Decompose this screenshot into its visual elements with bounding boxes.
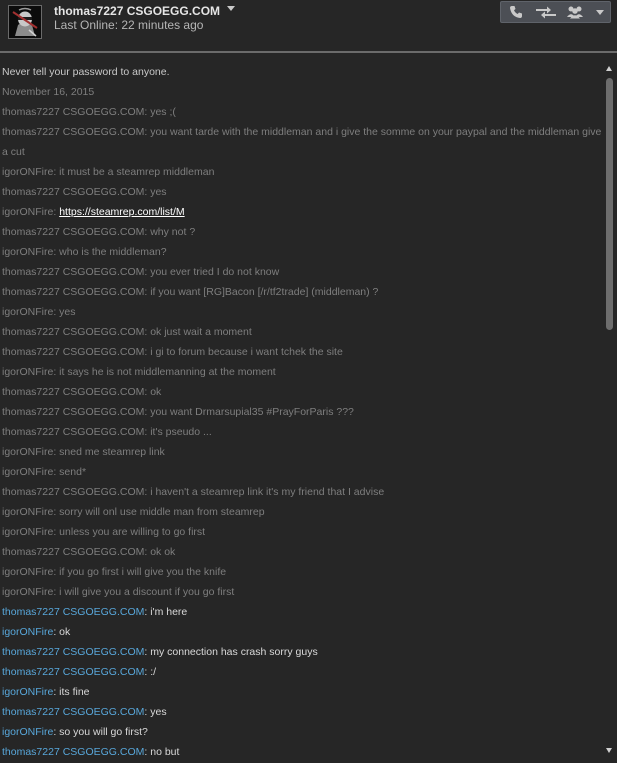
chat-message: igorONFire: its fine (2, 682, 602, 702)
chat-scrollbar[interactable] (604, 63, 616, 763)
chat-message: thomas7227 CSGOEGG.COM: my connection ha… (2, 642, 602, 662)
message-sender[interactable]: thomas7227 CSGOEGG.COM (2, 746, 144, 758)
friend-name-row[interactable]: thomas7227 CSGOEGG.COM (54, 3, 236, 19)
message-sender[interactable]: igorONFire (2, 686, 53, 698)
friend-status: Last Online: 22 minutes ago (54, 18, 204, 32)
message-body: : :/ (144, 666, 157, 678)
chat-header: thomas7227 CSGOEGG.COM Last Online: 22 m… (0, 0, 617, 48)
message-sender[interactable]: thomas7227 CSGOEGG.COM (2, 646, 144, 658)
message-link[interactable]: https://steamrep.com/list/M (59, 206, 184, 218)
trade-icon (535, 6, 556, 19)
scrollbar-thumb[interactable] (606, 78, 613, 330)
message-sender[interactable]: igorONFire (2, 726, 53, 738)
chat-message: igorONFire: ok (2, 622, 602, 642)
message-body: : its fine (53, 686, 90, 698)
message-sender[interactable]: thomas7227 CSGOEGG.COM (2, 606, 144, 618)
scroll-up-icon[interactable] (606, 66, 612, 71)
chevron-down-icon[interactable] (227, 5, 236, 11)
chat-message: igorONFire: i will give you a discount i… (2, 586, 235, 598)
friend-avatar[interactable] (8, 5, 42, 39)
chat-message: igorONFire: sorry will onl use middle ma… (2, 506, 265, 518)
invite-trade-button[interactable] (531, 2, 561, 22)
message-sender[interactable]: igorONFire (2, 626, 53, 638)
scroll-down-icon[interactable] (606, 748, 612, 753)
chat-message: igorONFire: so you will go first? (2, 722, 602, 742)
chat-message: igorONFire: it must be a steamrep middle… (2, 166, 215, 178)
message-body: : ok (53, 626, 71, 638)
phone-icon (509, 6, 522, 18)
chat-log[interactable]: Never tell your password to anyone. Novem… (0, 62, 604, 763)
friend-name: thomas7227 CSGOEGG.COM (54, 4, 221, 18)
chevron-down-icon (596, 9, 605, 15)
chat-message: thomas7227 CSGOEGG.COM: i haven't a stea… (2, 486, 385, 498)
chat-message: thomas7227 CSGOEGG.COM: if you want [RG]… (2, 286, 379, 298)
chat-message: igorONFire: https://steamrep.com/list/M (2, 202, 602, 222)
chat-message: thomas7227 CSGOEGG.COM: it's pseudo ... (2, 426, 212, 438)
chat-message: thomas7227 CSGOEGG.COM: :/ (2, 662, 602, 682)
chat-message: thomas7227 CSGOEGG.COM: yes (2, 702, 602, 722)
chat-message: thomas7227 CSGOEGG.COM: yes ;( (2, 106, 176, 118)
chat-message: igorONFire: if you go first i will give … (2, 566, 227, 578)
chat-message: thomas7227 CSGOEGG.COM: ok just wait a m… (2, 326, 252, 338)
message-body: : i'm here (144, 606, 188, 618)
chat-message: thomas7227 CSGOEGG.COM: yes (2, 186, 167, 198)
ninja-avatar-icon (9, 6, 41, 38)
friends-icon (567, 6, 584, 19)
message-body: : yes (144, 706, 167, 718)
chat-message: igorONFire: it says he is not middlemann… (2, 366, 276, 378)
voice-chat-button[interactable] (501, 2, 531, 22)
date-separator: November 16, 2015 (2, 86, 95, 98)
message-body: : so you will go first? (53, 726, 148, 738)
chat-message: thomas7227 CSGOEGG.COM: you ever tried I… (2, 266, 280, 278)
header-divider (0, 51, 617, 53)
message-sender[interactable]: thomas7227 CSGOEGG.COM (2, 706, 144, 718)
message-body: : my connection has crash sorry guys (144, 646, 318, 658)
chat-message: thomas7227 CSGOEGG.COM: ok ok (2, 546, 176, 558)
chat-message: igorONFire: sned me steamrep link (2, 446, 165, 458)
message-body: : no but (144, 746, 180, 758)
chat-message: thomas7227 CSGOEGG.COM: you want Drmarsu… (2, 406, 354, 418)
message-prefix: igorONFire: (2, 206, 60, 218)
chat-message: igorONFire: who is the middleman? (2, 246, 167, 258)
chat-message: thomas7227 CSGOEGG.COM: you want tarde w… (2, 126, 602, 158)
chat-message: thomas7227 CSGOEGG.COM: i gi to forum be… (2, 346, 343, 358)
chat-toolbar (500, 1, 611, 23)
chat-message: igorONFire: send* (2, 466, 87, 478)
message-sender[interactable]: thomas7227 CSGOEGG.COM (2, 666, 144, 678)
security-notice: Never tell your password to anyone. (2, 66, 170, 78)
chat-message: thomas7227 CSGOEGG.COM: i'm here (2, 602, 602, 622)
chat-message: igorONFire: unless you are willing to go… (2, 526, 206, 538)
chat-message: thomas7227 CSGOEGG.COM: why not ? (2, 226, 196, 238)
chat-message: thomas7227 CSGOEGG.COM: no but (2, 742, 602, 762)
chat-message: thomas7227 CSGOEGG.COM: ok (2, 386, 162, 398)
chat-message: igorONFire: yes (2, 306, 76, 318)
more-options-button[interactable] (590, 2, 610, 22)
invite-group-button[interactable] (560, 2, 590, 22)
